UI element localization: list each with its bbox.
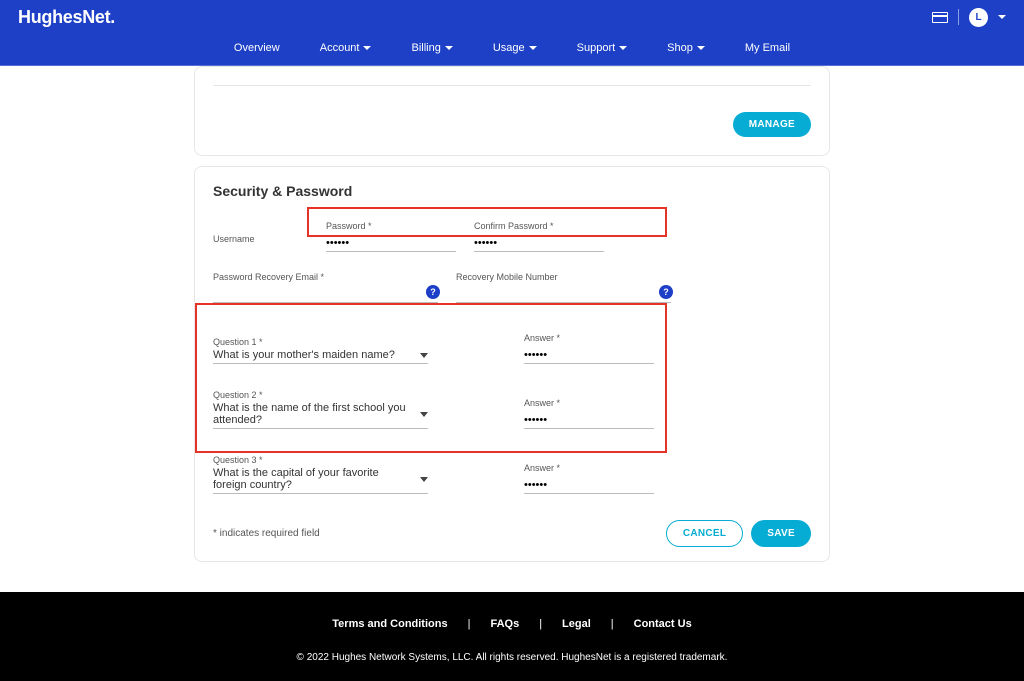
header-right: L: [932, 8, 1006, 27]
save-button[interactable]: SAVE: [751, 520, 811, 547]
answer-1-input[interactable]: [524, 345, 654, 364]
question-3-select[interactable]: What is the capital of your favorite for…: [213, 467, 428, 494]
label-question-1: Question 1 *: [213, 337, 428, 347]
logo[interactable]: HughesNet.: [18, 7, 115, 28]
nav-item-usage[interactable]: Usage: [493, 42, 537, 54]
label-confirm-password: Confirm Password *: [474, 221, 604, 231]
separator: |: [611, 618, 614, 630]
card-icon[interactable]: [932, 12, 948, 23]
footer-link-contact-us[interactable]: Contact Us: [634, 618, 692, 630]
copyright: © 2022 Hughes Network Systems, LLC. All …: [0, 652, 1024, 663]
manage-button[interactable]: MANAGE: [733, 112, 811, 137]
separator: |: [468, 618, 471, 630]
question-2-select[interactable]: What is the name of the first school you…: [213, 402, 428, 429]
label-answer-3: Answer *: [524, 463, 654, 473]
answer-2-input[interactable]: [524, 410, 654, 429]
dropdown-icon: [420, 353, 428, 358]
chevron-down-icon: [363, 46, 371, 50]
header: HughesNet. L Overview Account Billing Usage…: [0, 0, 1024, 66]
card-security: Security & Password Username Password * …: [194, 166, 830, 562]
footer-links: Terms and Conditions | FAQs | Legal | Contact …: [0, 618, 1024, 630]
label-question-2: Question 2 *: [213, 390, 428, 400]
help-icon[interactable]: ?: [426, 285, 440, 299]
label-answer-2: Answer *: [524, 398, 654, 408]
question-2-value: What is the name of the first school you…: [213, 402, 414, 426]
nav-item-billing[interactable]: Billing: [411, 42, 452, 54]
label-password: Password *: [326, 221, 456, 231]
separator: |: [539, 618, 542, 630]
divider: [958, 9, 959, 25]
nav-item-account[interactable]: Account: [320, 42, 372, 54]
recovery-email-input[interactable]: [213, 284, 438, 303]
label-recovery-mobile: Recovery Mobile Number: [456, 272, 671, 282]
nav-item-shop[interactable]: Shop: [667, 42, 705, 54]
help-icon[interactable]: ?: [659, 285, 673, 299]
page-footer: Terms and Conditions | FAQs | Legal | Contact …: [0, 592, 1024, 681]
label-question-3: Question 3 *: [213, 455, 428, 465]
recovery-mobile-input[interactable]: [456, 284, 671, 303]
label-answer-1: Answer *: [524, 333, 654, 343]
confirm-password-input[interactable]: [474, 233, 604, 252]
chevron-down-icon: [529, 46, 537, 50]
password-input[interactable]: [326, 233, 456, 252]
required-note: * indicates required field: [213, 528, 320, 539]
nav: Overview Account Billing Usage Support Shop My…: [0, 30, 1024, 66]
chevron-down-icon: [445, 46, 453, 50]
nav-item-my-email[interactable]: My Email: [745, 42, 790, 54]
nav-item-overview[interactable]: Overview: [234, 42, 280, 54]
label-username: Username: [213, 234, 308, 244]
nav-item-support[interactable]: Support: [577, 42, 628, 54]
footer-link-terms-and-conditions[interactable]: Terms and Conditions: [332, 618, 447, 630]
answer-3-input[interactable]: [524, 475, 654, 494]
label-recovery-email: Password Recovery Email *: [213, 272, 438, 282]
value-username: [213, 246, 308, 252]
footer-link-faqs[interactable]: FAQs: [490, 618, 519, 630]
chevron-down-icon[interactable]: [998, 15, 1006, 19]
avatar[interactable]: L: [969, 8, 988, 27]
question-1-value: What is your mother's maiden name?: [213, 349, 395, 361]
question-1-select[interactable]: What is your mother's maiden name?: [213, 349, 428, 364]
question-3-value: What is the capital of your favorite for…: [213, 467, 414, 491]
footer-link-legal[interactable]: Legal: [562, 618, 591, 630]
card-prior: MANAGE: [194, 66, 830, 156]
chevron-down-icon: [619, 46, 627, 50]
cancel-button[interactable]: CANCEL: [666, 520, 743, 547]
dropdown-icon: [420, 477, 428, 482]
section-title: Security & Password: [213, 183, 811, 199]
chevron-down-icon: [697, 46, 705, 50]
dropdown-icon: [420, 412, 428, 417]
